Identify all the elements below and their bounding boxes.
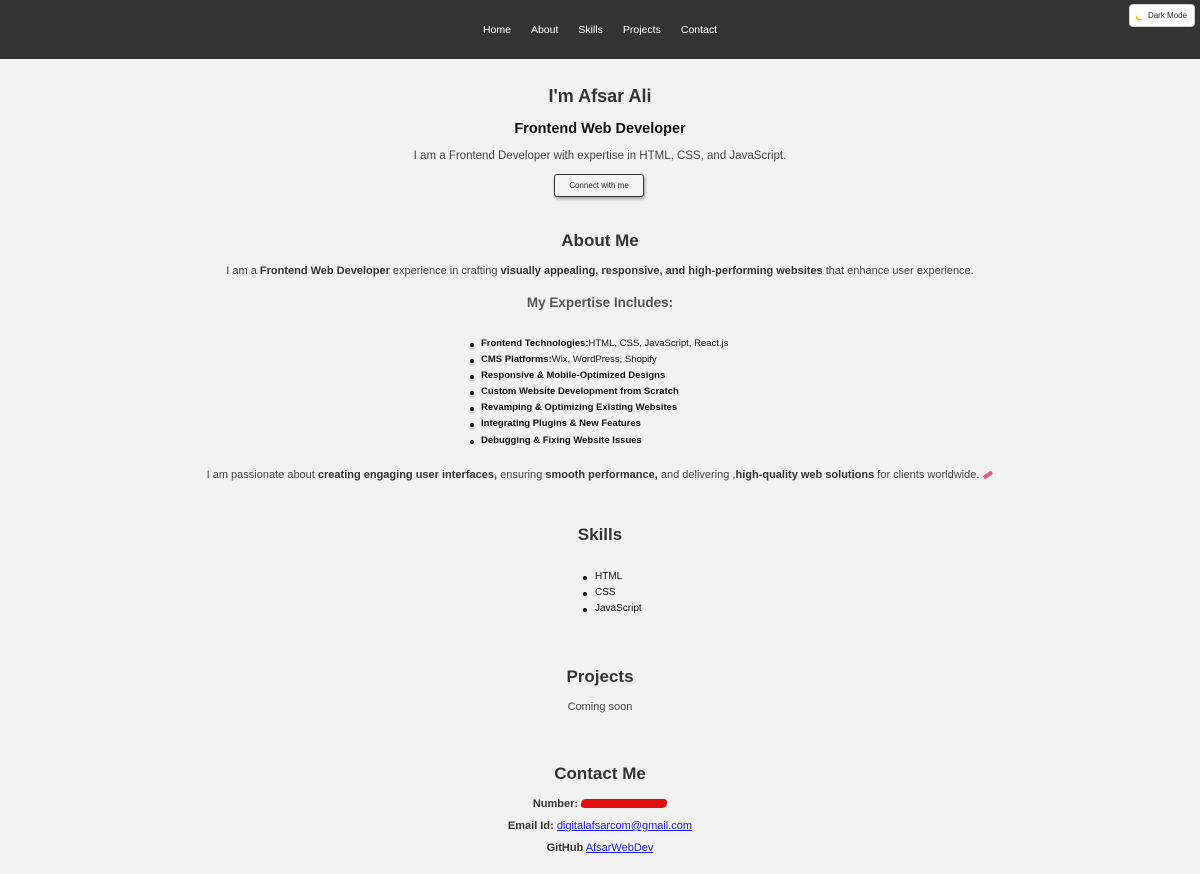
list-item-bold: Responsive & Mobile-Optimized Designs <box>481 370 666 382</box>
navbar: Home About Skills Projects Contact <box>0 0 1200 59</box>
projects-text: Coming soon <box>567 701 633 713</box>
about-intro: I am a Frontend Web Developer experience… <box>0 265 1200 277</box>
contact-number-row: Number: <box>0 798 1200 810</box>
about-outro-bold-3: high-quality web solutions <box>735 469 875 481</box>
list-item-bold: Custom Website Development from Scratch <box>481 386 679 398</box>
list-item-text: Wix, WordPress, Shopify <box>551 354 657 366</box>
about-outro-text-1: I am passionate about <box>206 469 318 481</box>
nav-link-contact[interactable]: Contact <box>671 23 727 37</box>
about-intro-text-3: that enhance user experience. <box>822 265 974 277</box>
nav-link-skills[interactable]: Skills <box>568 23 613 37</box>
about-outro-text-2: ensuring <box>497 469 546 481</box>
nav-links: Home About Skills Projects Contact <box>473 23 727 37</box>
rocket-icon <box>982 470 993 479</box>
list-item-bold: Integrating Plugins & New Features <box>481 418 641 430</box>
expertise-list: Frontend Technologies:HTML, CSS, JavaScr… <box>469 336 728 449</box>
about-outro-text-4: for clients worldwide. <box>874 469 980 481</box>
contact-title: Contact Me <box>554 764 646 783</box>
list-item-bold: Debugging & Fixing Website Issues <box>481 434 642 446</box>
nav-link-home[interactable]: Home <box>473 23 521 37</box>
list-item-bold: Frontend Technologies: <box>481 338 589 349</box>
list-item-bold: CMS Platforms: <box>481 354 552 366</box>
hero-name: I'm Afsar Ali <box>548 86 652 106</box>
connect-button[interactable]: Connect with me <box>554 174 644 197</box>
projects-title: Projects <box>566 667 634 686</box>
list-item-bold: Revamping & Optimizing Existing Websites <box>481 402 678 414</box>
about-outro-text-3: and delivering , <box>657 469 736 481</box>
list-item: CSS <box>582 585 642 601</box>
about-outro: I am passionate about creating engaging … <box>0 469 1200 481</box>
list-item: Responsive & Mobile-Optimized Designs <box>469 368 728 384</box>
number-label: Number: <box>532 798 579 810</box>
contact-github-row: GitHub AfsarWebDev <box>0 842 1200 854</box>
redacted-number <box>580 799 668 808</box>
about-intro-text-2: experience in crafting <box>389 265 501 277</box>
list-item: CMS Platforms:Wix, WordPress, Shopify <box>469 352 728 368</box>
dark-mode-button[interactable]: Dark Mode <box>1129 4 1195 27</box>
list-item: Custom Website Development from Scratch <box>469 384 728 400</box>
dark-mode-label: Dark Mode <box>1147 11 1188 20</box>
list-item: JavaScript <box>582 601 642 617</box>
hero-role: Frontend Web Developer <box>514 121 686 137</box>
contact-email-row: Email Id: digitalafsarcom@gmail.com <box>0 820 1200 832</box>
moon-icon <box>1136 12 1144 20</box>
list-item: Frontend Technologies:HTML, CSS, JavaScr… <box>469 336 728 352</box>
about-intro-bold-1: Frontend Web Developer <box>259 265 390 277</box>
list-item: Debugging & Fixing Website Issues <box>469 433 728 449</box>
list-item: Revamping & Optimizing Existing Websites <box>469 400 728 416</box>
github-label: GitHub <box>546 842 584 854</box>
about-intro-text-1: I am a <box>226 265 260 277</box>
list-item-text: HTML, CSS, JavaScript, React.js <box>588 338 729 349</box>
expertise-title: My Expertise Includes: <box>526 295 674 310</box>
email-link[interactable]: digitalafsarcom@gmail.com <box>557 820 692 832</box>
list-item: HTML <box>582 569 642 585</box>
github-link[interactable]: AfsarWebDev <box>586 842 654 854</box>
nav-link-about[interactable]: About <box>521 23 568 37</box>
about-outro-bold-1: creating engaging user interfaces, <box>317 469 498 481</box>
nav-link-projects[interactable]: Projects <box>613 23 671 37</box>
email-label: Email Id: <box>507 820 554 832</box>
skills-list: HTML CSS JavaScript <box>582 569 642 617</box>
list-item: Integrating Plugins & New Features <box>469 416 728 432</box>
hero-tagline: I am a Frontend Developer with expertise… <box>413 150 787 162</box>
skills-title: Skills <box>577 525 623 544</box>
about-intro-bold-2: visually appealing, responsive, and high… <box>500 265 823 277</box>
about-outro-bold-2: smooth performance, <box>545 469 658 481</box>
about-title: About Me <box>561 231 639 250</box>
